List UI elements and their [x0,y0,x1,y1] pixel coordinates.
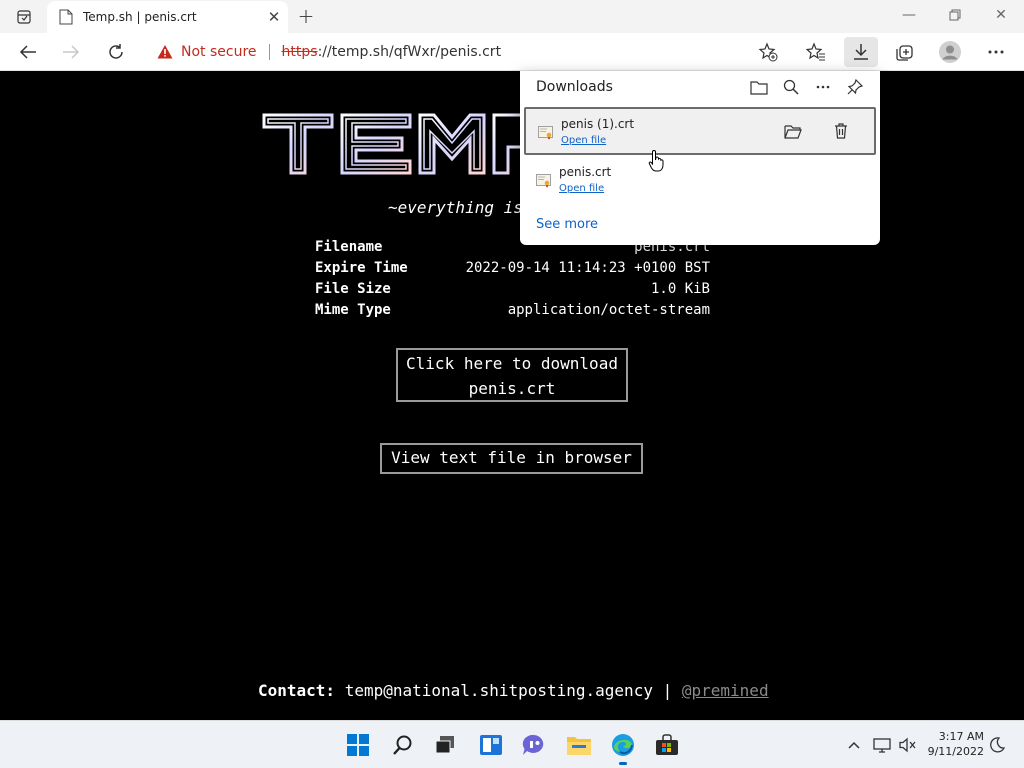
show-hidden-icons-icon[interactable] [845,733,863,757]
tab-active[interactable]: Temp.sh | penis.crt ✕ [47,1,288,33]
download-item[interactable]: penis.crt Open file [524,157,876,205]
info-value: 1.0 KiB [650,281,710,297]
info-key: Mime Type [315,302,391,318]
open-downloads-folder-icon[interactable] [746,76,772,98]
downloads-title: Downloads [536,79,613,95]
refresh-icon[interactable] [101,37,131,67]
browser-toolbar: Not secure https ://temp.sh/qfWxr/penis.… [0,33,1024,71]
tab-title: Temp.sh | penis.crt [83,10,197,24]
edge-browser-icon[interactable] [607,729,639,765]
system-clock[interactable]: 3:17 AM 9/11/2022 [928,729,984,759]
downloads-header-actions [746,76,868,98]
download-item[interactable]: penis (1).crt Open file [524,107,876,155]
network-icon[interactable] [871,733,893,757]
url-text[interactable]: ://temp.sh/qfWxr/penis.crt [318,44,501,60]
twitter-handle-link[interactable]: @premined [682,681,769,700]
info-value: 2022-09-14 11:14:23 +0100 BST [465,260,710,276]
download-file-button[interactable]: Click here to download penis.crt [396,348,628,402]
warning-icon[interactable] [157,44,173,60]
pin-icon[interactable] [842,76,868,98]
contact-email: temp@national.shitposting.agency [344,681,653,700]
address-separator [268,43,270,60]
new-tab-icon[interactable]: + [293,4,319,28]
info-value: application/octet-stream [507,302,710,318]
volume-muted-icon[interactable] [897,733,919,757]
taskbar: 3:17 AM 9/11/2022 [0,720,1024,768]
info-row: Expire Time 2022-09-14 11:14:23 +0100 BS… [315,260,710,281]
contact-label: Contact: [258,681,336,700]
certificate-file-icon [536,174,551,188]
open-file-link[interactable]: Open file [559,183,604,194]
restore-icon[interactable] [932,0,978,30]
download-file-name: penis.crt [559,165,612,179]
tab-strip: Temp.sh | penis.crt ✕ + — ✕ [0,0,1024,33]
clock-time: 3:17 AM [938,730,984,743]
widgets-icon[interactable] [475,729,507,761]
tab-actions-icon [17,10,31,24]
open-file-link[interactable]: Open file [561,135,606,146]
search-taskbar-icon[interactable] [387,729,419,761]
forward-icon[interactable] [56,37,86,67]
show-in-folder-icon[interactable] [780,120,806,142]
view-in-browser-button[interactable]: View text file in browser [380,443,643,474]
favorites-icon[interactable] [801,37,831,67]
temp-logo [262,113,526,175]
footer-separator: | [662,681,673,700]
download-button-line2: penis.crt [468,379,556,398]
back-icon[interactable] [13,37,43,67]
certificate-file-icon [538,126,553,140]
downloads-flyout: Downloads penis (1).crt Open file penis.… [520,71,880,245]
download-file-name: penis (1).crt [561,117,635,131]
tab-close-icon[interactable]: ✕ [260,6,288,28]
add-favorite-icon[interactable] [753,37,783,67]
tab-actions-button[interactable] [9,6,39,28]
info-row: Mime Type application/octet-stream [315,302,710,323]
delete-icon[interactable] [828,120,854,142]
notifications-moon-icon[interactable] [986,733,1008,757]
address-bar[interactable]: Not secure https ://temp.sh/qfWxr/penis.… [145,36,785,67]
file-info-table: Filename penis.crt Expire Time 2022-09-1… [315,239,710,323]
task-view-icon[interactable] [429,729,461,761]
not-secure-label[interactable]: Not secure [181,44,257,60]
footer: Contact: temp@national.shitposting.agenc… [258,681,769,700]
minimize-icon[interactable]: — [886,0,932,30]
info-row: File Size 1.0 KiB [315,281,710,302]
collections-icon[interactable] [889,37,919,67]
windows-start-icon[interactable] [342,729,374,761]
microsoft-store-icon[interactable] [651,729,683,761]
window-close-icon[interactable]: ✕ [978,0,1024,30]
search-icon[interactable] [778,76,804,98]
download-button-line1: Click here to download [406,354,618,373]
file-explorer-icon[interactable] [563,729,595,761]
info-key: File Size [315,281,391,297]
profile-avatar-icon[interactable] [935,37,965,67]
url-scheme[interactable]: https [282,44,318,60]
hand-cursor-icon [648,149,664,172]
info-key: Filename [315,239,383,255]
info-key: Expire Time [315,260,408,276]
teams-chat-icon[interactable] [518,729,550,761]
more-options-icon[interactable] [810,76,836,98]
clock-date: 9/11/2022 [927,745,984,758]
settings-more-icon[interactable] [981,37,1011,67]
page-favicon-icon [59,9,73,25]
downloads-icon[interactable] [844,37,878,67]
see-more-link[interactable]: See more [536,217,598,232]
tagline: ~everything is [388,198,523,217]
